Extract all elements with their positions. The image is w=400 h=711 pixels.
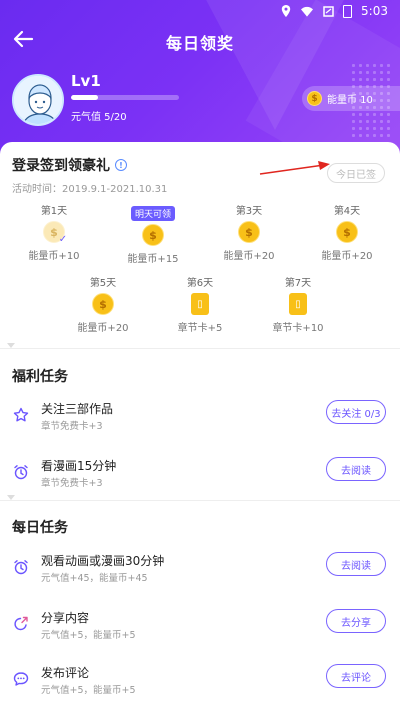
signin-day-label: 明天可领 xyxy=(130,206,175,221)
task-name: 发布评论 xyxy=(41,666,90,680)
task-action-button[interactable]: 去阅读 xyxy=(326,552,386,576)
signin-day-label: 第6天 xyxy=(186,278,214,289)
status-bar: 5:03 xyxy=(0,0,400,22)
task-name: 观看动画或漫画30分钟 xyxy=(41,554,165,568)
vitality-value: 元气值 5/20 xyxy=(71,112,127,123)
signal-icon xyxy=(322,5,334,17)
signin-day-2[interactable]: 明天可领 $ 能量币+15 xyxy=(113,202,193,265)
section-divider xyxy=(0,500,400,501)
signed-today-button[interactable]: 今日已签 xyxy=(327,163,385,183)
energy-coin-icon: $ xyxy=(92,293,114,315)
task-row: 关注三部作品 章节免费卡+3 去关注 0/3 xyxy=(0,395,400,443)
task-name: 分享内容 xyxy=(41,611,90,625)
battery-icon xyxy=(343,4,353,18)
signin-day-5[interactable]: 第5天 $ 能量币+20 xyxy=(63,274,143,334)
energy-coin-icon: $ ✓ xyxy=(43,221,68,245)
share-icon xyxy=(13,616,29,632)
signin-day-3[interactable]: 第3天 $ 能量币+20 xyxy=(209,202,289,262)
star-icon xyxy=(13,407,29,423)
chapter-card-icon: ▯ xyxy=(289,293,307,315)
user-level: Lv1 xyxy=(71,72,101,90)
task-name: 关注三部作品 xyxy=(41,402,114,416)
section-divider xyxy=(0,348,400,349)
signin-day-reward: 能量币+20 xyxy=(77,323,129,334)
signin-title: 登录签到领豪礼 xyxy=(12,158,110,174)
energy-coin-icon: $ xyxy=(238,221,260,243)
signin-day-label: 第3天 xyxy=(235,206,263,217)
signin-day-label: 第1天 xyxy=(40,206,68,217)
signin-day-label: 第5天 xyxy=(89,278,117,289)
top-bar: 每日领奖 xyxy=(0,24,400,56)
signin-day-reward: 能量币+20 xyxy=(223,251,275,262)
energy-coin-icon: $ xyxy=(336,221,358,243)
avatar[interactable] xyxy=(12,74,64,126)
signin-day-6[interactable]: 第6天 ▯ 章节卡+5 xyxy=(160,274,240,334)
collapse-indicator-icon xyxy=(7,495,15,500)
signin-day-reward: 章节卡+5 xyxy=(177,323,223,334)
task-reward: 章节免费卡+3 xyxy=(41,478,103,489)
page-title: 每日领奖 xyxy=(165,34,234,53)
signin-day-label: 第4天 xyxy=(333,206,361,217)
wifi-icon xyxy=(301,5,314,17)
activity-period: 活动时间：2019.9.1-2021.10.31 xyxy=(12,184,168,195)
content-card: 登录签到领豪礼 ! 活动时间：2019.9.1-2021.10.31 今日已签 … xyxy=(0,142,400,711)
task-reward: 元气值+5，能量币+5 xyxy=(41,630,136,641)
task-action-button[interactable]: 去阅读 xyxy=(326,457,386,481)
task-row: 观看动画或漫画30分钟 元气值+45，能量币+45 去阅读 xyxy=(0,547,400,595)
location-icon xyxy=(280,5,292,17)
task-reward: 元气值+45，能量币+45 xyxy=(41,573,148,584)
signin-day-1[interactable]: 第1天 $ ✓ 能量币+10 xyxy=(14,202,94,262)
signin-day-reward: 能量币+20 xyxy=(321,251,373,262)
task-action-button[interactable]: 去关注 0/3 xyxy=(326,400,386,424)
collapse-indicator-icon xyxy=(7,343,15,348)
signin-day-label: 第7天 xyxy=(284,278,312,289)
chapter-card-icon: ▯ xyxy=(191,293,209,315)
task-action-button[interactable]: 去分享 xyxy=(326,609,386,633)
vitality-progress-fill xyxy=(71,95,98,100)
alarm-clock-icon xyxy=(13,464,29,480)
signin-day-reward: 能量币+15 xyxy=(127,254,179,265)
task-action-button[interactable]: 去评论 xyxy=(326,664,386,688)
coin-balance-label: 能量币 10 xyxy=(327,95,373,106)
check-icon: ✓ xyxy=(58,234,68,245)
info-icon[interactable]: ! xyxy=(115,159,127,171)
task-reward: 元气值+5，能量币+5 xyxy=(41,685,136,696)
task-row: 看漫画15分钟 章节免费卡+3 去阅读 xyxy=(0,452,400,500)
task-row: 发布评论元气值+5，能量币+5 去评论 xyxy=(0,659,400,707)
signin-day-4[interactable]: 第4天 $ 能量币+20 xyxy=(307,202,387,262)
signin-day-reward: 章节卡+10 xyxy=(272,323,324,334)
comment-icon xyxy=(13,671,29,687)
red-arrow-annotation xyxy=(259,161,330,175)
vitality-progress-bar xyxy=(71,95,179,100)
alarm-clock-icon xyxy=(13,559,29,575)
energy-coin-icon: $ xyxy=(142,224,164,246)
signin-day-7[interactable]: 第7天 ▯ 章节卡+10 xyxy=(258,274,338,334)
clock-time: 5:03 xyxy=(361,4,388,18)
energy-coin-icon: $ xyxy=(307,91,322,106)
signin-day-reward: 能量币+10 xyxy=(28,251,80,262)
task-row: 分享内容元气值+5，能量币+5 去分享 xyxy=(0,604,400,652)
coin-balance[interactable]: $ 能量币 10 xyxy=(302,86,400,111)
daily-title: 每日任务 xyxy=(12,520,68,536)
welfare-title: 福利任务 xyxy=(12,369,68,385)
task-name: 看漫画15分钟 xyxy=(41,459,117,473)
task-reward: 章节免费卡+3 xyxy=(41,421,103,432)
